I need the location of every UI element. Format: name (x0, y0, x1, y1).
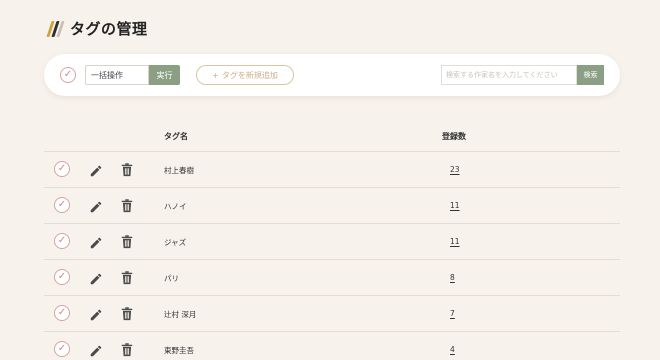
table-row: ✓ 村上春樹 23 (44, 152, 620, 188)
tag-name: パリ (164, 274, 179, 283)
table-row: ✓ ジャズ 11 (44, 224, 620, 260)
tag-count-link[interactable]: 8 (450, 273, 455, 282)
pencil-icon[interactable] (89, 164, 103, 178)
pencil-icon[interactable] (89, 236, 103, 250)
trash-icon[interactable] (121, 199, 133, 213)
row-checkbox[interactable]: ✓ (54, 305, 70, 321)
trash-icon[interactable] (121, 235, 133, 249)
table-row: ✓ 辻村 深月 7 (44, 296, 620, 332)
tag-count-link[interactable]: 11 (450, 237, 460, 246)
tag-name: ジャズ (164, 238, 187, 247)
row-checkbox[interactable]: ✓ (54, 161, 70, 177)
row-checkbox[interactable]: ✓ (54, 233, 70, 249)
row-checkbox[interactable]: ✓ (54, 197, 70, 213)
check-icon: ✓ (57, 307, 67, 318)
tag-count-link[interactable]: 7 (450, 309, 455, 318)
search-button[interactable]: 検索 (577, 65, 604, 85)
row-checkbox[interactable]: ✓ (54, 341, 70, 357)
check-icon: ✓ (57, 163, 67, 174)
row-checkbox[interactable]: ✓ (54, 269, 70, 285)
column-header-count[interactable]: 登録数 (442, 131, 466, 142)
page-title: タグの管理 (70, 20, 148, 38)
run-button[interactable]: 実行 (149, 65, 180, 85)
plus-icon: + (212, 70, 219, 80)
bookshelf-logo-icon (46, 19, 65, 39)
toolbar: ✓ 一括操作 実行 + タグを新規追加 検索 (44, 54, 620, 96)
select-all-checkbox[interactable]: ✓ (60, 67, 76, 83)
tag-name: 東野圭吾 (164, 346, 194, 355)
tag-count-link[interactable]: 4 (450, 345, 455, 354)
table-row: ✓ パリ 8 (44, 260, 620, 296)
check-icon: ✓ (57, 235, 67, 246)
bulk-action-value: 一括操作 (91, 70, 123, 80)
table-header: タグ名 登録数 (44, 124, 620, 152)
column-header-tag-name[interactable]: タグ名 (164, 131, 188, 142)
check-icon: ✓ (57, 199, 67, 210)
add-tag-button[interactable]: + タグを新規追加 (196, 65, 294, 85)
page-header: タグの管理 (46, 18, 148, 39)
pencil-icon[interactable] (89, 308, 103, 322)
search-input[interactable] (441, 65, 577, 85)
check-icon: ✓ (57, 271, 67, 282)
add-tag-label: タグを新規追加 (221, 70, 278, 80)
tag-list: ✓ 村上春樹 23 ✓ ハノイ 11 ✓ ジャズ 11 ✓ パリ 8 ✓ 辻村 … (44, 152, 620, 360)
pencil-icon[interactable] (89, 344, 103, 358)
pencil-icon[interactable] (89, 200, 103, 214)
tag-name: 村上春樹 (164, 166, 194, 175)
tag-name: ハノイ (164, 202, 187, 211)
tag-count-link[interactable]: 23 (450, 165, 460, 174)
trash-icon[interactable] (121, 163, 133, 177)
check-icon: ✓ (63, 69, 73, 80)
check-icon: ✓ (57, 343, 67, 354)
table-row: ✓ ハノイ 11 (44, 188, 620, 224)
tag-count-link[interactable]: 11 (450, 201, 460, 210)
tag-name: 辻村 深月 (164, 310, 197, 319)
table-row: ✓ 東野圭吾 4 (44, 332, 620, 360)
bulk-action-select[interactable]: 一括操作 (85, 65, 149, 85)
pencil-icon[interactable] (89, 272, 103, 286)
trash-icon[interactable] (121, 271, 133, 285)
trash-icon[interactable] (121, 307, 133, 321)
trash-icon[interactable] (121, 343, 133, 357)
